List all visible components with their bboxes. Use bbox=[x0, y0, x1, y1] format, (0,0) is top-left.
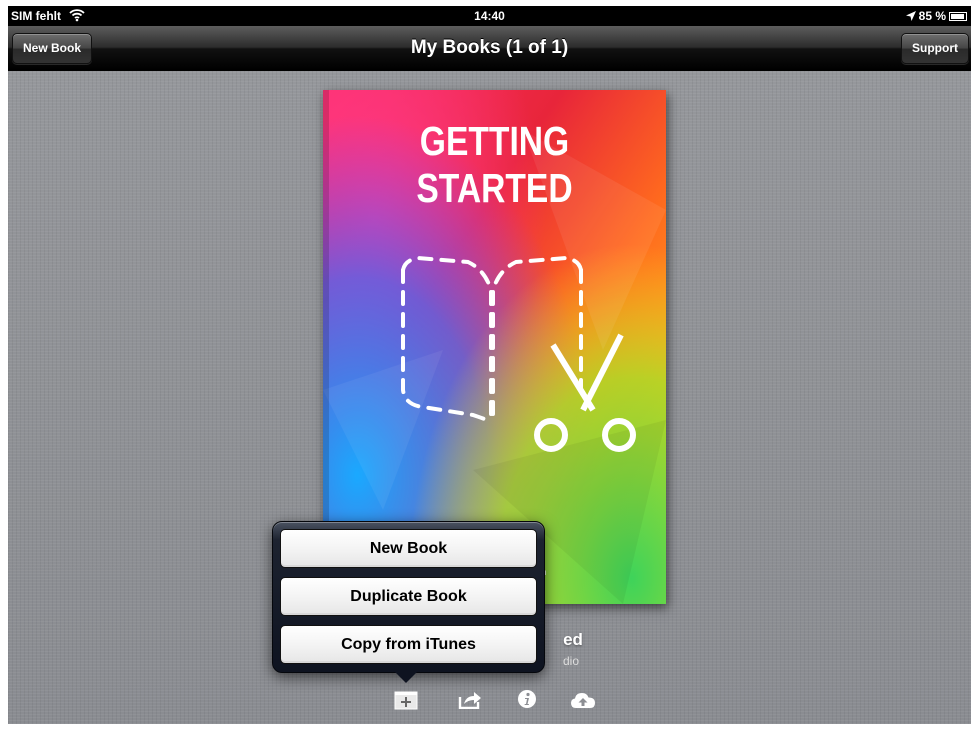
status-bar: SIM fehlt 14:40 85 % bbox=[8, 6, 971, 26]
screen: SIM fehlt 14:40 85 % New Book My Books (… bbox=[8, 6, 971, 724]
battery-percent: 85 % bbox=[918, 9, 946, 23]
navigation-bar: New Book My Books (1 of 1) Support bbox=[8, 26, 971, 71]
page-title: My Books (1 of 1) bbox=[410, 37, 569, 58]
add-book-popover: New Book Duplicate Book Copy from iTunes bbox=[272, 521, 545, 673]
popover-copy-from-itunes-button[interactable]: Copy from iTunes bbox=[280, 625, 537, 664]
status-right: 85 % bbox=[905, 9, 967, 23]
battery-icon bbox=[949, 11, 967, 21]
location-arrow-icon bbox=[905, 11, 916, 21]
popover-duplicate-book-button[interactable]: Duplicate Book bbox=[280, 577, 537, 616]
clock: 14:40 bbox=[474, 9, 505, 23]
cloud-upload-icon[interactable] bbox=[570, 690, 596, 715]
book-cover-title: GETTING STARTED bbox=[416, 118, 573, 211]
popover-arrow bbox=[393, 670, 419, 683]
share-icon[interactable] bbox=[458, 691, 482, 714]
popover-new-book-button[interactable]: New Book bbox=[280, 529, 537, 568]
info-icon[interactable] bbox=[517, 689, 537, 714]
add-book-icon[interactable] bbox=[393, 688, 419, 715]
support-button[interactable]: Support bbox=[901, 33, 969, 64]
